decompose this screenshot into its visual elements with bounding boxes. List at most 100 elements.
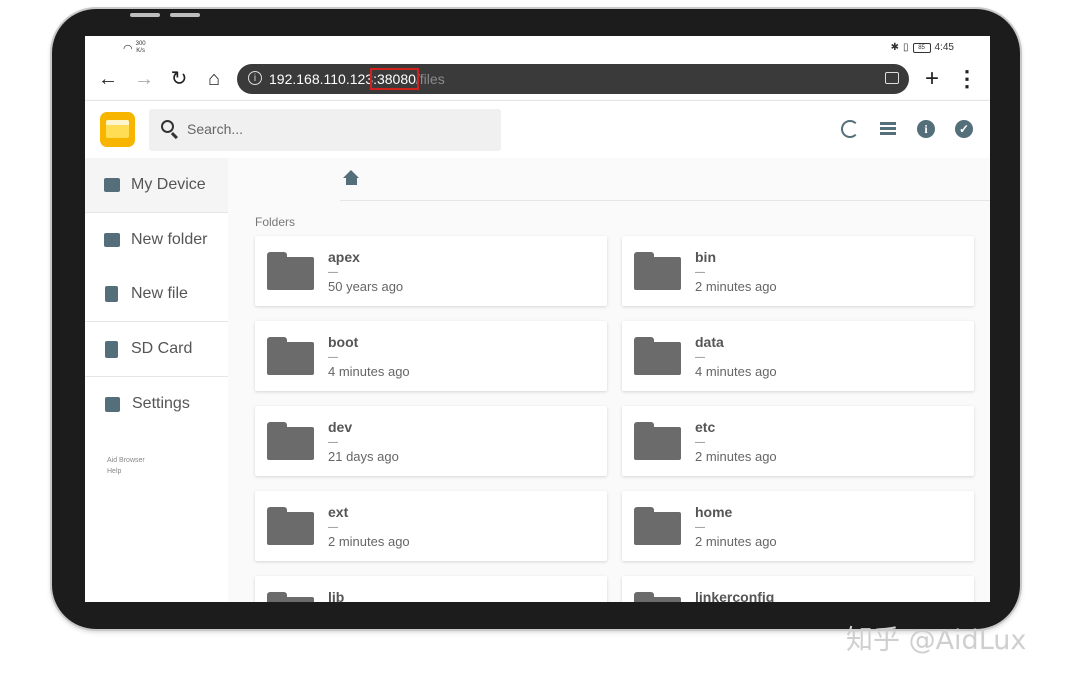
back-icon[interactable]: ←: [95, 66, 121, 92]
tabs-icon[interactable]: [885, 72, 899, 84]
folder-size: —: [695, 522, 705, 533]
sidebar-item-new-file[interactable]: New file: [85, 267, 228, 321]
folder-size: —: [695, 352, 705, 363]
folder-name: home: [695, 504, 733, 520]
folder-size: —: [695, 437, 705, 448]
app-logo[interactable]: [100, 112, 135, 147]
home-icon[interactable]: [343, 170, 360, 185]
sidebar-footer: Aid Browser Help: [107, 455, 145, 477]
sidebar-item-settings[interactable]: Settings: [85, 377, 228, 431]
bluetooth-icon: ✱: [890, 42, 900, 53]
battery-icon: 85: [912, 42, 931, 53]
folder-card[interactable]: home — 2 minutes ago: [622, 491, 974, 561]
power-button: [170, 13, 200, 17]
folder-card[interactable]: lib: [255, 576, 607, 602]
section-label: Folders: [255, 215, 296, 229]
select-icon[interactable]: ✓: [955, 120, 973, 138]
info-icon[interactable]: i: [917, 120, 935, 138]
sd-card-icon: [105, 340, 118, 358]
folder-modified: 2 minutes ago: [695, 279, 777, 294]
folder-icon: [634, 337, 681, 375]
folder-icon: [267, 507, 314, 545]
search-box[interactable]: [149, 109, 501, 151]
network-speed: 300 K/s: [136, 41, 146, 55]
folder-card[interactable]: linkerconfig: [622, 576, 974, 602]
clock: 4:45: [934, 42, 954, 53]
search-input[interactable]: [187, 121, 487, 137]
url-host: 192.168.110.123: [269, 71, 374, 87]
folder-size: —: [328, 437, 338, 448]
app-header: i ✓: [85, 100, 990, 159]
folder-card[interactable]: boot — 4 minutes ago: [255, 321, 607, 391]
folder-name: dev: [328, 419, 353, 435]
url-path: /files: [415, 71, 445, 87]
speed-value: 300: [135, 41, 146, 47]
folder-name: linkerconfig: [695, 589, 775, 602]
folder-card[interactable]: apex — 50 years ago: [255, 236, 607, 306]
folder-modified: 4 minutes ago: [328, 364, 410, 379]
file-listing: Folders apex — 50 years ago bin — 2 minu…: [228, 158, 990, 602]
refresh-icon[interactable]: [841, 120, 859, 138]
folder-modified: 2 minutes ago: [695, 449, 777, 464]
forward-icon[interactable]: →: [131, 66, 157, 92]
address-bar[interactable]: i 192.168.110.123:38080/files: [237, 64, 909, 94]
folder-card[interactable]: etc — 2 minutes ago: [622, 406, 974, 476]
settings-icon: [105, 396, 120, 412]
folder-name: data: [695, 334, 724, 350]
folder-icon: [267, 422, 314, 460]
device-screen: ◠ 300 K/s ✱ ▯ 85 4:45 ← → ↻ ⌂ i 192.168.…: [85, 36, 990, 602]
volume-button: [130, 13, 160, 17]
folder-size: —: [328, 352, 338, 363]
folder-modified: 4 minutes ago: [695, 364, 777, 379]
list-view-icon[interactable]: [880, 120, 898, 138]
folder-modified: 2 minutes ago: [328, 534, 410, 549]
folder-size: —: [328, 522, 338, 533]
sidebar-item-sd-card[interactable]: SD Card: [85, 322, 228, 376]
speed-unit: K/s: [136, 48, 145, 54]
folder-size: —: [695, 267, 705, 278]
menu-icon[interactable]: ⋮: [954, 66, 980, 92]
folder-name: apex: [328, 249, 360, 265]
folder-icon: [104, 178, 120, 192]
folder-icon: [634, 252, 681, 290]
search-icon: [161, 120, 174, 133]
site-info-icon[interactable]: i: [248, 71, 262, 85]
reload-icon[interactable]: ↻: [166, 66, 192, 92]
folder-card[interactable]: data — 4 minutes ago: [622, 321, 974, 391]
new-tab-icon[interactable]: +: [919, 66, 945, 92]
folder-name: ext: [328, 504, 349, 520]
url-port: :38080: [370, 68, 419, 90]
sidebar: My Device New folder New file SD Card Se…: [85, 158, 228, 602]
status-left: ◠ 300 K/s: [123, 41, 146, 55]
folder-modified: 50 years ago: [328, 279, 404, 294]
sidebar-item-label: SD Card: [131, 340, 193, 357]
footer-link-help[interactable]: Help: [107, 466, 145, 477]
folder-name: lib: [328, 589, 345, 602]
url-text[interactable]: 192.168.110.123:38080/files: [269, 68, 445, 90]
sidebar-item-label: New file: [131, 285, 188, 302]
folder-icon: [634, 592, 681, 602]
folder-name: etc: [695, 419, 716, 435]
folder-icon: [267, 592, 314, 602]
sidebar-item-label: New folder: [131, 231, 208, 248]
sidebar-item-label: Settings: [132, 395, 190, 412]
logo-folder-icon: [106, 120, 129, 138]
sidebar-item-new-folder[interactable]: New folder: [85, 213, 228, 267]
footer-link-aid-browser[interactable]: Aid Browser: [107, 455, 145, 466]
folder-card[interactable]: ext — 2 minutes ago: [255, 491, 607, 561]
folder-icon: [267, 252, 314, 290]
breadcrumb: [340, 158, 990, 201]
folder-name: boot: [328, 334, 359, 350]
status-bar: ◠ 300 K/s ✱ ▯ 85 4:45: [85, 36, 990, 60]
folder-name: bin: [695, 249, 716, 265]
add-file-icon: [105, 286, 118, 302]
add-folder-icon: [104, 233, 120, 247]
home-icon[interactable]: ⌂: [201, 66, 227, 92]
vibrate-icon: ▯: [903, 42, 909, 53]
watermark: 知乎 @AidLux: [846, 625, 1027, 656]
sidebar-item-my-device[interactable]: My Device: [85, 158, 228, 212]
folder-card[interactable]: dev — 21 days ago: [255, 406, 607, 476]
folder-modified: 21 days ago: [328, 449, 399, 464]
folder-card[interactable]: bin — 2 minutes ago: [622, 236, 974, 306]
folder-modified: 2 minutes ago: [695, 534, 777, 549]
